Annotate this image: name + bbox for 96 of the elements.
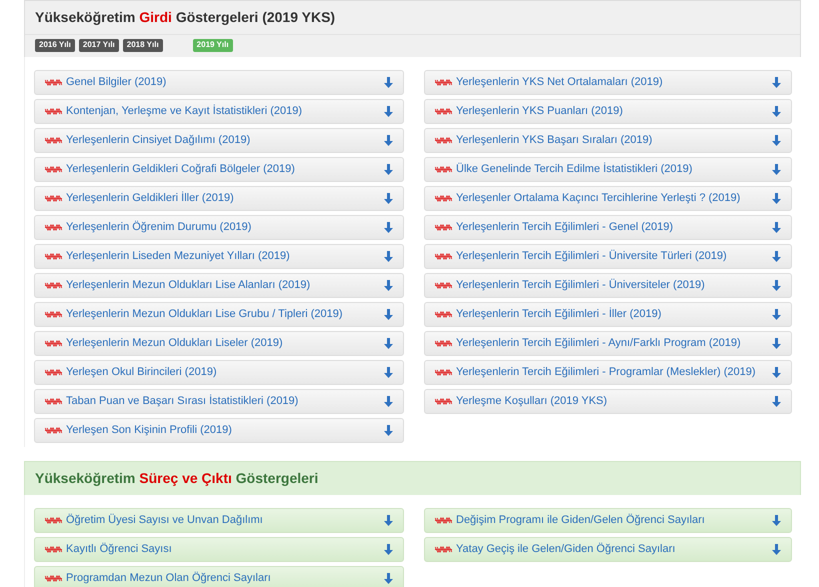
arrow-down-icon: [772, 164, 781, 175]
logo-icon: [435, 398, 452, 405]
arrow-down-icon: [384, 106, 393, 117]
report-link[interactable]: Yerleşenlerin YKS Net Ortalamaları (2019): [424, 70, 792, 95]
arrow-down-icon: [384, 572, 393, 584]
report-link[interactable]: Yerleşenlerin Tercih Eğilimleri - Programlar (Meslekler) (2019): [424, 360, 792, 385]
logo-icon: [435, 194, 452, 202]
logo-icon: [45, 398, 62, 405]
logo-icon: [435, 516, 452, 524]
arrow-down-icon: [384, 424, 393, 436]
arrow-down-icon: [384, 544, 393, 555]
year-tab[interactable]: 2019 Yılı: [192, 39, 233, 52]
report-link[interactable]: Yerleşenlerin Liseden Mezuniyet Yılları (2019): [34, 244, 404, 269]
arrow-down-icon: [772, 396, 781, 407]
report-link[interactable]: Programdan Mezun Olan Öğrenci Sayıları: [34, 566, 404, 587]
section-title: Yükseköğretim Girdi Göstergeleri (2019 YKS): [34, 8, 336, 27]
logo-icon: [45, 282, 62, 289]
logo-icon: [45, 108, 62, 115]
report-link[interactable]: Taban Puan ve Başarı Sırası İstatistikleri (2019): [34, 388, 404, 414]
logo-icon: [45, 310, 62, 318]
logo-icon: [45, 368, 62, 376]
arrow-down-icon: [384, 338, 393, 349]
arrow-down-icon: [384, 308, 393, 320]
arrow-down-icon: [772, 222, 781, 233]
report-link[interactable]: Yerleşen Son Kişinin Profili (2019): [34, 418, 404, 443]
report-link[interactable]: Yatay Geçiş ile Gelen/Giden Öğrenci Sayıları: [424, 536, 792, 562]
arrow-down-icon: [384, 366, 393, 378]
logo-icon: [45, 136, 62, 144]
arrow-down-icon: [772, 308, 781, 320]
report-link[interactable]: Yerleşenlerin Mezun Oldukları Liseler (2019): [34, 330, 404, 356]
logo-icon: [435, 282, 452, 289]
report-link[interactable]: Yerleşenlerin Geldikleri Coğrafi Bölgeler (2019): [34, 156, 404, 182]
logo-icon: [435, 136, 452, 144]
report-link[interactable]: Yerleşenlerin YKS Başarı Sıraları (2019): [424, 128, 792, 153]
report-link[interactable]: Yerleşenlerin Tercih Eğilimleri - Genel (2019): [424, 214, 792, 240]
arrow-down-icon: [384, 222, 393, 233]
report-link[interactable]: Değişim Programı ile Giden/Gelen Öğrenci Sayıları: [424, 508, 792, 533]
arrow-down-icon: [772, 338, 781, 349]
report-link[interactable]: Yerleşenlerin Mezun Oldukları Lise Grubu / Tipleri (2019): [34, 302, 404, 327]
logo-icon: [435, 108, 452, 115]
logo-icon: [435, 340, 452, 347]
report-link[interactable]: Kayıtlı Öğrenci Sayısı: [34, 536, 404, 562]
arrow-down-icon: [772, 134, 781, 146]
logo-icon: [435, 368, 452, 376]
logo-icon: [45, 252, 62, 260]
logo-icon: [45, 574, 62, 582]
logo-icon: [435, 546, 452, 553]
report-link[interactable]: Yerleşenlerin Tercih Eğilimleri - Aynı/Farklı Program (2019): [424, 330, 792, 356]
report-link[interactable]: Yerleşenlerin Geldikleri İller (2019): [34, 186, 404, 211]
report-link[interactable]: Öğretim Üyesi Sayısı ve Unvan Dağılımı: [34, 508, 404, 533]
logo-icon: [45, 194, 62, 202]
year-tab[interactable]: 2016 Yılı: [35, 39, 75, 52]
arrow-down-icon: [772, 514, 781, 526]
logo-icon: [435, 252, 452, 260]
logo-icon: [45, 340, 62, 347]
arrow-down-icon: [384, 134, 393, 146]
arrow-down-icon: [384, 76, 393, 88]
arrow-down-icon: [772, 544, 781, 555]
report-link[interactable]: Yerleşenlerin YKS Puanları (2019): [424, 98, 792, 124]
report-link[interactable]: Yerleşenlerin Öğrenim Durumu (2019): [34, 214, 404, 240]
logo-icon: [45, 546, 62, 553]
year-tab[interactable]: 2017 Yılı: [78, 39, 119, 52]
logo-icon: [45, 516, 62, 524]
logo-icon: [435, 78, 452, 86]
report-link[interactable]: Yerleşenlerin Tercih Eğilimleri - İller (2019): [424, 302, 792, 327]
arrow-down-icon: [772, 76, 781, 88]
report-link[interactable]: Genel Bilgiler (2019): [34, 70, 404, 95]
report-link[interactable]: Ülke Genelinde Tercih Edilme İstatistikleri (2019): [424, 156, 792, 182]
arrow-down-icon: [384, 514, 393, 526]
arrow-down-icon: [772, 250, 781, 262]
arrow-down-icon: [384, 280, 393, 291]
arrow-down-icon: [772, 280, 781, 291]
report-link[interactable]: Yerleşenlerin Cinsiyet Dağılımı (2019): [34, 128, 404, 153]
report-link[interactable]: Yerleşenlerin Tercih Eğilimleri - Üniversite Türleri (2019): [424, 244, 792, 269]
report-link[interactable]: Yerleşenlerin Mezun Oldukları Lise Alanları (2019): [34, 272, 404, 298]
logo-icon: [435, 224, 452, 231]
report-link[interactable]: Yerleşenlerin Tercih Eğilimleri - Üniversiteler (2019): [424, 272, 792, 298]
arrow-down-icon: [772, 106, 781, 117]
logo-icon: [45, 224, 62, 231]
section-title: Yükseköğretim Süreç ve Çıktı Göstergeleri: [34, 468, 320, 488]
arrow-down-icon: [384, 396, 393, 407]
logo-icon: [435, 166, 452, 173]
arrow-down-icon: [384, 250, 393, 262]
logo-icon: [45, 426, 62, 434]
report-link[interactable]: Yerleşme Koşulları (2019 YKS): [424, 388, 792, 414]
report-link[interactable]: Yerleşen Okul Birincileri (2019): [34, 360, 404, 385]
report-link[interactable]: Yerleşenler Ortalama Kaçıncı Tercihlerine Yerleşti ? (2019): [424, 186, 792, 211]
arrow-down-icon: [384, 164, 393, 175]
report-link[interactable]: Kontenjan, Yerleşme ve Kayıt İstatistikleri (2019): [34, 98, 404, 124]
logo-icon: [45, 166, 62, 173]
arrow-down-icon: [384, 192, 393, 204]
logo-icon: [435, 310, 452, 318]
logo-icon: [45, 78, 62, 86]
arrow-down-icon: [772, 366, 781, 378]
year-tab[interactable]: 2018 Yılı: [122, 39, 163, 52]
arrow-down-icon: [772, 192, 781, 204]
